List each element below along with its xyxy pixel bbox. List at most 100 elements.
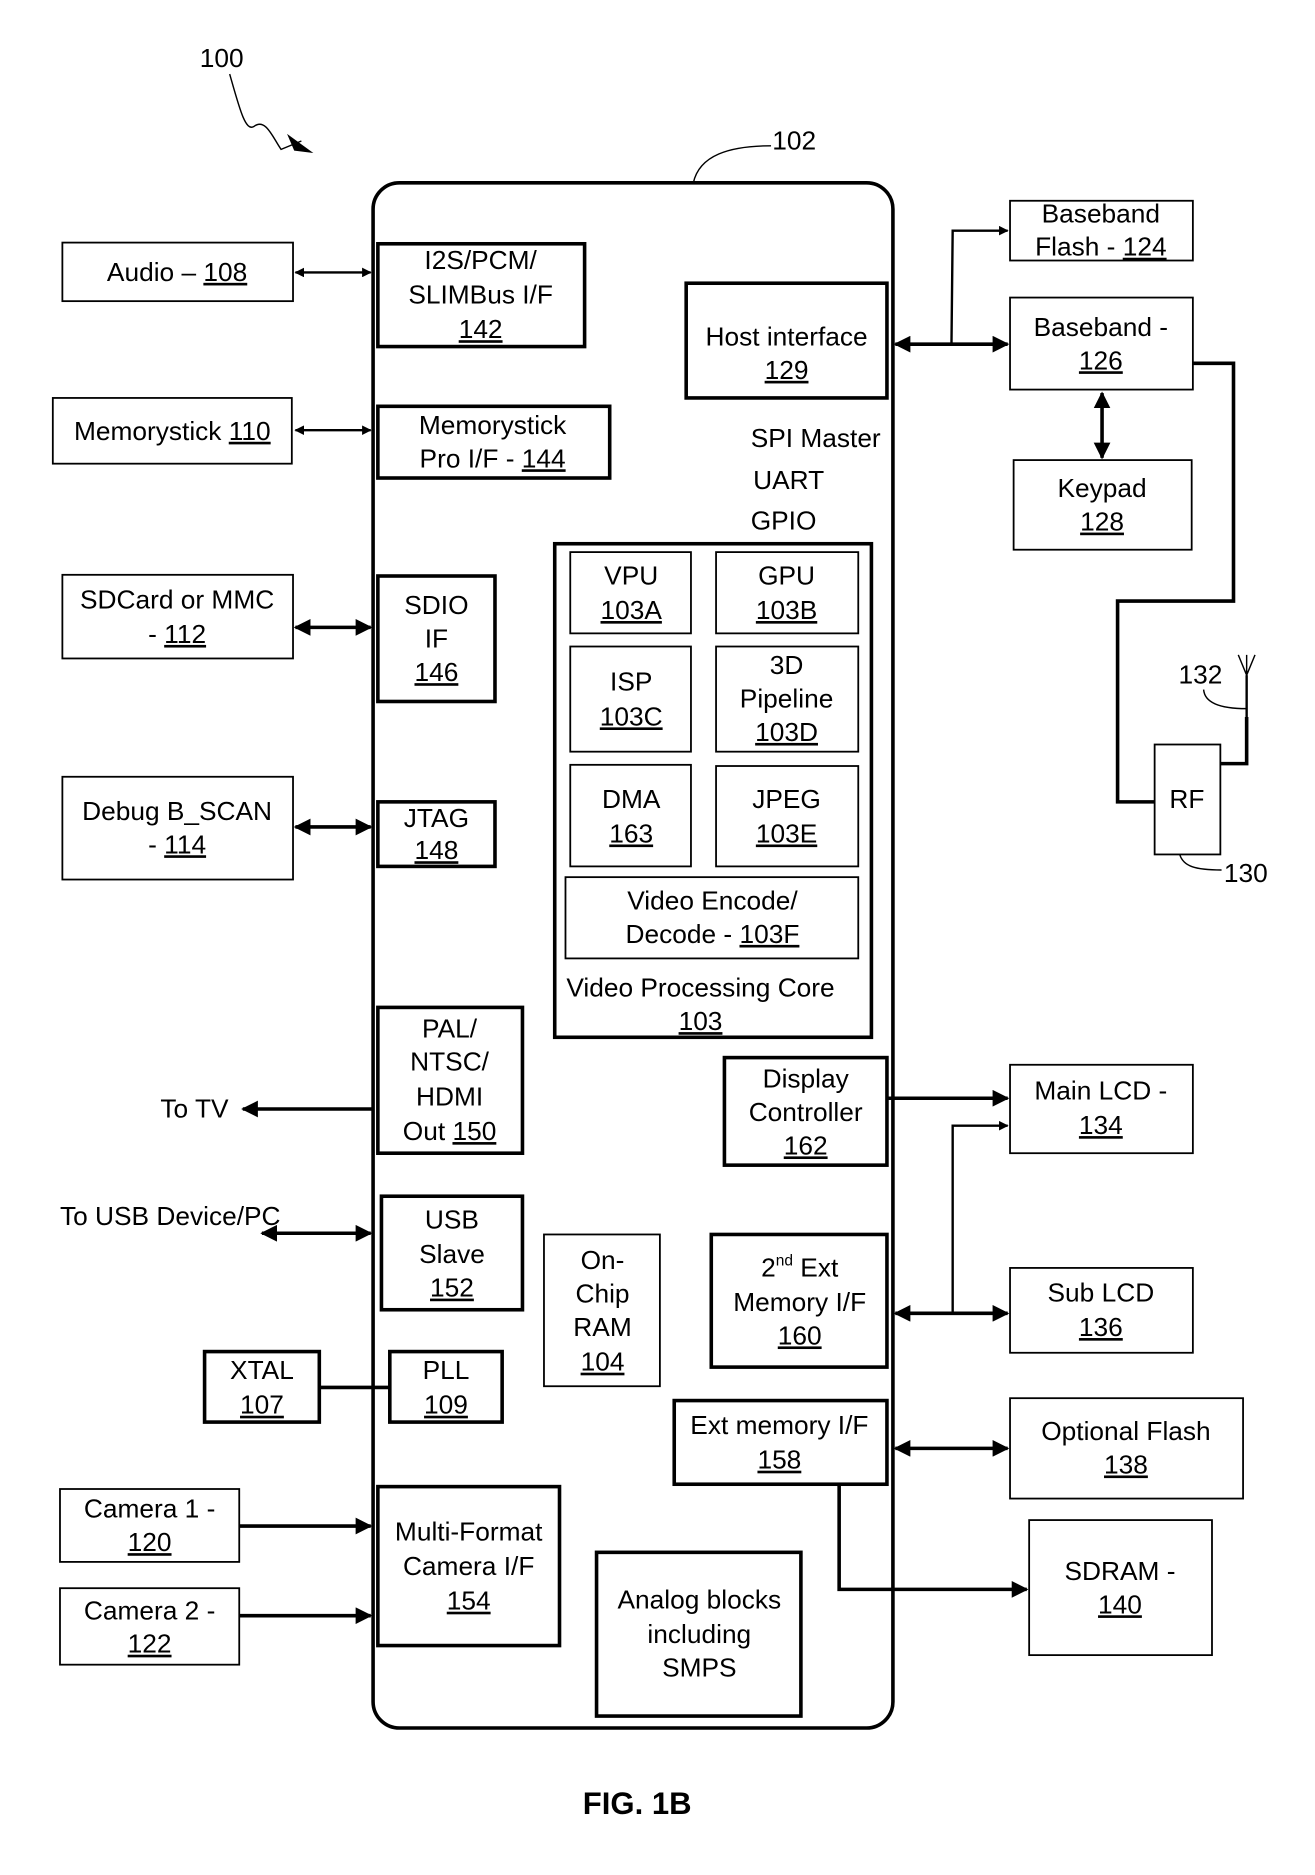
analog-blocks: Analog blocks including SMPS <box>594 1550 803 1718</box>
sub-lcd-block: Sub LCD 136 <box>1009 1267 1194 1354</box>
svg-text:Display: Display <box>763 1063 850 1093</box>
svg-text:Main LCD -: Main LCD - <box>1034 1075 1167 1105</box>
rf-block: RF <box>1153 743 1222 856</box>
svg-text:Baseband: Baseband <box>1042 198 1160 228</box>
svg-text:140: 140 <box>1098 1589 1142 1619</box>
vpu-block: VPU 103A <box>569 551 692 635</box>
svg-text:Host interface: Host interface <box>705 321 867 351</box>
jtag-block: JTAG 148 <box>376 800 497 869</box>
svg-text:- 114: - 114 <box>148 829 206 859</box>
rf-ref-label: 130 <box>1224 858 1268 888</box>
svg-text:Camera I/F: Camera I/F <box>403 1551 534 1581</box>
svg-text:103C: 103C <box>600 701 663 731</box>
svg-text:Audio – 108: Audio – 108 <box>107 257 247 287</box>
svg-text:SDRAM -: SDRAM - <box>1064 1556 1175 1586</box>
system-ref-arrowhead <box>287 133 314 153</box>
display-controller-block: Display Controller 162 <box>722 1055 889 1167</box>
tv-out-block: PAL/ NTSC/ HDMI Out 150 <box>376 1005 525 1155</box>
optional-flash-block: Optional Flash 138 <box>1009 1397 1244 1500</box>
camera-interface-block: Multi-Format Camera I/F 154 <box>376 1484 562 1648</box>
svg-text:129: 129 <box>765 355 809 385</box>
svg-text:107: 107 <box>240 1390 284 1420</box>
svg-text:104: 104 <box>581 1347 625 1377</box>
svg-text:109: 109 <box>424 1390 468 1420</box>
memorystick-pro-block: Memorystick Pro I/F - 144 <box>376 404 612 480</box>
svg-text:Pro I/F - 144: Pro I/F - 144 <box>420 443 566 473</box>
svg-text:Video Encode/: Video Encode/ <box>627 885 798 915</box>
svg-text:including: including <box>647 1619 751 1649</box>
video-codec-block: Video Encode/ Decode - 103F <box>564 876 860 960</box>
host-interface-block: Host interface 129 <box>684 281 889 400</box>
chip-ref-leader <box>692 145 772 183</box>
spi-master-label: SPI Master <box>751 423 881 453</box>
svg-text:IF: IF <box>425 624 448 654</box>
onchip-ram-block: On- Chip RAM 104 <box>543 1233 661 1388</box>
ext-memory-block: Ext memory I/F 158 <box>672 1398 889 1487</box>
svg-text:Controller: Controller <box>749 1097 863 1127</box>
i2s-interface-block: I2S/PCM/ SLIMBus I/F 142 <box>376 241 587 349</box>
svg-text:154: 154 <box>447 1586 491 1616</box>
antenna-icon <box>1237 654 1256 678</box>
svg-text:158: 158 <box>757 1445 801 1475</box>
svg-text:122: 122 <box>128 1629 172 1659</box>
svg-text:120: 120 <box>128 1527 172 1557</box>
block-diagram: 100 102 Audio – 108 I2S/PCM/ SLIMBus I/F… <box>51 43 1268 1821</box>
svg-text:SDCard or MMC: SDCard or MMC <box>80 584 274 614</box>
svg-text:103D: 103D <box>755 717 818 747</box>
jpeg-block: JPEG 103E <box>715 765 860 868</box>
camera2-block: Camera 2 - 122 <box>59 1587 241 1666</box>
pll-block: PLL 109 <box>388 1349 504 1424</box>
svg-text:Optional Flash: Optional Flash <box>1041 1416 1210 1446</box>
sdram-block: SDRAM - 140 <box>1028 1519 1213 1657</box>
svg-text:Memorystick: Memorystick <box>419 410 567 440</box>
svg-text:138: 138 <box>1104 1449 1148 1479</box>
svg-text:JPEG: JPEG <box>752 784 821 814</box>
svg-text:NTSC/: NTSC/ <box>410 1047 490 1077</box>
baseband-block: Baseband - 126 <box>1009 296 1194 391</box>
gpio-label: GPIO <box>751 505 817 535</box>
svg-text:Memorystick 110: Memorystick 110 <box>74 416 271 446</box>
svg-text:On-: On- <box>581 1245 625 1275</box>
debug-bscan-block: Debug B_SCAN - 114 <box>61 775 294 881</box>
vpc-ref: 103 <box>679 1006 723 1036</box>
svg-text:Camera 1 -: Camera 1 - <box>84 1494 215 1524</box>
svg-text:Camera 2 -: Camera 2 - <box>84 1595 215 1625</box>
rf-antenna-link <box>1220 717 1249 766</box>
svg-text:Debug B_SCAN: Debug B_SCAN <box>82 796 272 826</box>
svg-text:SDIO: SDIO <box>404 590 468 620</box>
svg-text:Decode - 103F: Decode - 103F <box>626 919 800 949</box>
xtal-block: XTAL 107 <box>202 1349 322 1424</box>
svg-text:2nd Ext: 2nd Ext <box>761 1252 839 1282</box>
svg-text:RF: RF <box>1169 784 1204 814</box>
svg-text:Pipeline: Pipeline <box>740 683 834 713</box>
gpu-block: GPU 103B <box>715 551 860 635</box>
svg-text:PLL: PLL <box>423 1355 470 1385</box>
ext-mem-sdram-link <box>837 1484 1029 1598</box>
svg-text:136: 136 <box>1079 1312 1123 1342</box>
svg-text:146: 146 <box>414 657 458 687</box>
svg-text:Multi-Format: Multi-Format <box>395 1516 543 1546</box>
baseband-flash-block: Baseband Flash - 124 <box>1009 198 1194 262</box>
svg-text:103E: 103E <box>756 818 817 848</box>
svg-text:148: 148 <box>414 835 458 865</box>
svg-text:Keypad: Keypad <box>1057 473 1146 503</box>
dma-block: DMA 163 <box>569 763 692 868</box>
svg-text:3D: 3D <box>770 650 804 680</box>
uart-label: UART <box>753 465 824 495</box>
audio-block: Audio – 108 <box>61 241 294 303</box>
svg-text:SMPS: SMPS <box>662 1653 736 1683</box>
svg-text:128: 128 <box>1080 507 1124 537</box>
vpc-label: Video Processing Core <box>566 973 834 1003</box>
svg-text:142: 142 <box>459 314 503 344</box>
host-baseband-flash-link <box>950 225 1009 345</box>
camera1-block: Camera 1 - 120 <box>59 1488 241 1563</box>
svg-text:PAL/: PAL/ <box>422 1013 478 1043</box>
svg-text:USB: USB <box>425 1204 479 1234</box>
to-tv-label: To TV <box>160 1093 229 1123</box>
svg-text:ISP: ISP <box>610 667 652 697</box>
svg-text:Chip: Chip <box>575 1279 629 1309</box>
svg-text:160: 160 <box>778 1320 822 1350</box>
svg-text:103A: 103A <box>601 595 663 625</box>
ext-mem2-main-lcd-link <box>951 1120 1009 1314</box>
antenna-ref-label: 132 <box>1179 660 1223 690</box>
